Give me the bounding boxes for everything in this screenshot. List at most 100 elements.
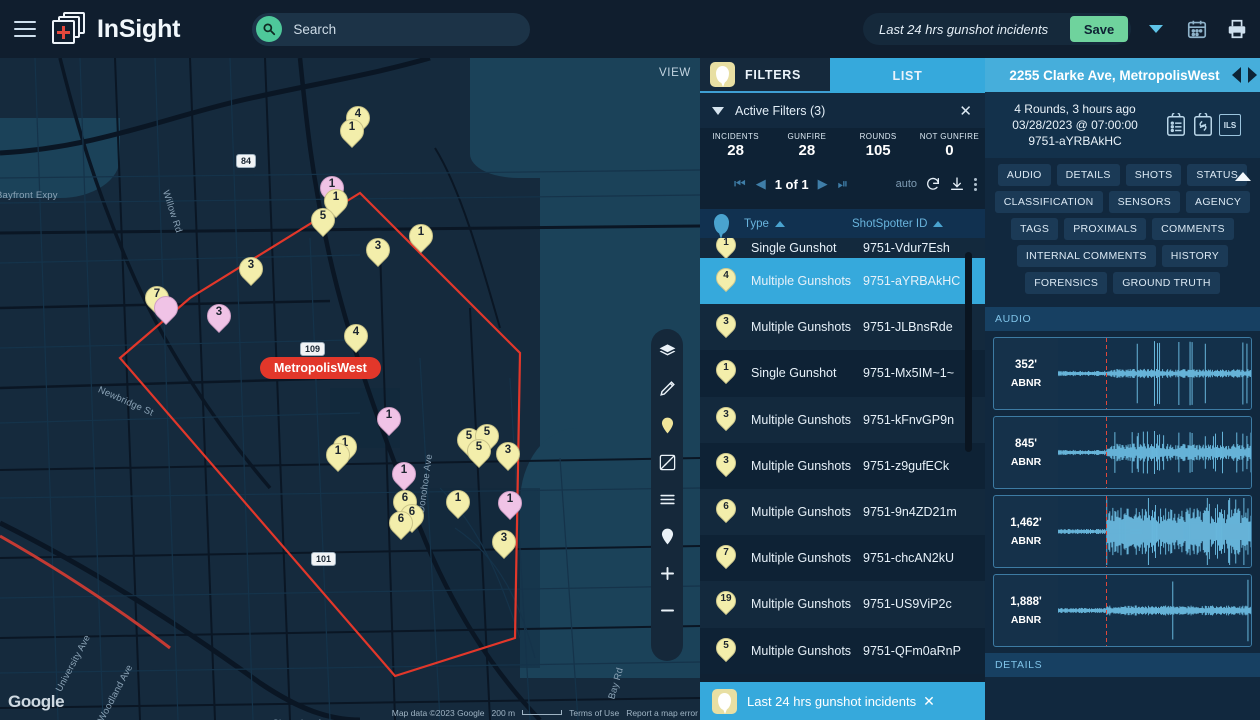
audio-waveform-card[interactable]: 845'ABNR <box>993 416 1252 489</box>
detail-chip-agency[interactable]: AGENCY <box>1186 191 1250 213</box>
detail-chip-forensics[interactable]: FORENSICS <box>1025 272 1107 294</box>
detail-chip-history[interactable]: HISTORY <box>1162 245 1228 267</box>
table-row[interactable]: 3Multiple Gunshots9751-JLBnsRde <box>700 304 985 350</box>
insight-logo-icon <box>52 12 88 46</box>
layers-icon[interactable] <box>655 339 679 363</box>
stat-value: 28 <box>700 142 771 159</box>
row-pin-icon: 3 <box>716 407 736 433</box>
zoom-out-icon[interactable] <box>655 598 679 622</box>
clipboard-link-icon[interactable] <box>1192 113 1214 137</box>
table-row[interactable]: 5Multiple Gunshots9751-QFm0aRnP <box>700 628 985 674</box>
map-pin[interactable]: 3 <box>496 442 520 474</box>
download-icon[interactable] <box>949 176 965 192</box>
chevron-down-icon[interactable] <box>712 107 724 115</box>
map-pin[interactable]: 3 <box>492 530 516 562</box>
row-pin-icon: 7 <box>716 545 736 571</box>
terms-link[interactable]: Terms of Use <box>569 708 619 718</box>
map-pin[interactable]: 1 <box>498 491 522 523</box>
detail-chip-comments[interactable]: COMMENTS <box>1152 218 1234 240</box>
pin-marker-icon[interactable] <box>655 413 679 437</box>
tab-filters-label: FILTERS <box>745 68 801 82</box>
map-pin[interactable] <box>154 296 178 328</box>
detail-chip-audio[interactable]: AUDIO <box>998 164 1051 186</box>
list-lines-icon[interactable] <box>655 487 679 511</box>
stats-row: INCIDENTS28GUNFIRE28ROUNDS105NOT GUNFIRE… <box>700 128 985 168</box>
query-dropdown-button[interactable] <box>1141 14 1171 44</box>
detail-chip-details[interactable]: DETAILS <box>1057 164 1120 186</box>
table-row[interactable]: 3Multiple Gunshots9751-z9gufECk <box>700 443 985 489</box>
table-row[interactable]: 3Multiple Gunshots9751-kFnvGP9n <box>700 397 985 443</box>
calendar-icon[interactable] <box>1184 16 1210 42</box>
saved-query-value[interactable]: Last 24 hrs gunshot incidents <box>863 22 1070 37</box>
map-pin-count: 1 <box>324 191 348 203</box>
tab-list[interactable]: LIST <box>830 58 985 93</box>
location-pin-icon[interactable] <box>655 524 679 548</box>
table-row[interactable]: 6Multiple Gunshots9751-9n4ZD21m <box>700 489 985 535</box>
detail-chip-internal-comments[interactable]: INTERNAL COMMENTS <box>1017 245 1156 267</box>
waveform-plot[interactable] <box>1058 417 1251 488</box>
row-pin-icon: 1 <box>716 238 736 258</box>
map-pin[interactable]: 1 <box>340 119 364 151</box>
row-round-count: 19 <box>716 593 736 604</box>
column-header-type-label: Type <box>744 218 769 230</box>
map-pin[interactable]: 3 <box>207 304 231 336</box>
waveform-plot[interactable] <box>1058 496 1251 567</box>
measure-area-icon[interactable] <box>655 450 679 474</box>
tab-filters[interactable]: FILTERS <box>700 58 830 93</box>
detail-chip-classification[interactable]: CLASSIFICATION <box>995 191 1103 213</box>
prev-arrow-icon[interactable] <box>1228 58 1244 92</box>
map-pin[interactable]: 5 <box>467 439 491 471</box>
close-icon[interactable]: ✕ <box>923 693 935 710</box>
zoom-in-icon[interactable] <box>655 561 679 585</box>
row-pin-icon: 5 <box>716 638 736 664</box>
detail-chip-shots[interactable]: SHOTS <box>1126 164 1182 186</box>
incident-list[interactable]: 1Single Gunshot9751-Vdur7Esh4Multiple Gu… <box>700 238 985 682</box>
report-error-link[interactable]: Report a map error <box>626 708 698 718</box>
map-pin[interactable]: 1 <box>446 490 470 522</box>
kebab-menu-icon[interactable] <box>974 178 977 191</box>
hamburger-icon[interactable] <box>14 21 36 37</box>
detail-chip-sensors[interactable]: SENSORS <box>1109 191 1180 213</box>
first-page-button[interactable]: ⏮ <box>734 176 746 192</box>
prev-incident-button[interactable] <box>985 58 1001 92</box>
map-pin[interactable]: 1 <box>377 407 401 439</box>
map-pin[interactable]: 3 <box>366 238 390 270</box>
map-pin[interactable]: 1 <box>409 224 433 256</box>
next-arrow-icon[interactable] <box>1244 58 1260 92</box>
map-pin[interactable]: 1 <box>326 443 350 475</box>
last-page-button[interactable]: ⏯ <box>838 176 848 192</box>
audio-waveform-card[interactable]: 1,462'ABNR <box>993 495 1252 568</box>
map-pin[interactable]: 3 <box>239 257 263 289</box>
audio-waveform-card[interactable]: 352'ABNR <box>993 337 1252 410</box>
search-input[interactable]: Search <box>252 13 530 46</box>
refresh-icon[interactable] <box>925 176 941 192</box>
draw-pencil-icon[interactable] <box>655 376 679 400</box>
clipboard-list-icon[interactable] <box>1165 113 1187 137</box>
table-row[interactable]: 4Multiple Gunshots9751-aYRBAkHC <box>700 258 985 304</box>
detail-chip-tags[interactable]: TAGS <box>1011 218 1058 240</box>
map-pin[interactable]: 4 <box>344 324 368 356</box>
map-pin[interactable]: 5 <box>311 208 335 240</box>
table-row[interactable]: 19Multiple Gunshots9751-US9ViP2c <box>700 581 985 627</box>
waveform-plot[interactable] <box>1058 338 1251 409</box>
next-page-button[interactable]: ▶ <box>818 176 828 192</box>
audio-waveform-card[interactable]: 1,888'ABNR <box>993 574 1252 647</box>
map-pin[interactable]: 6 <box>389 511 413 543</box>
waveform-plot[interactable] <box>1058 575 1251 646</box>
collapse-up-icon[interactable] <box>1235 172 1251 181</box>
print-icon[interactable] <box>1224 16 1250 42</box>
saved-query-bar[interactable]: Last 24 hrs gunshot incidents Save <box>863 13 1131 45</box>
table-row[interactable]: 7Multiple Gunshots9751-chcAN2kU <box>700 535 985 581</box>
table-row[interactable]: 1Single Gunshot9751-Vdur7Esh <box>700 238 985 258</box>
save-button[interactable]: Save <box>1070 16 1128 42</box>
prev-page-button[interactable]: ◀ <box>756 176 766 192</box>
detail-chip-proximals[interactable]: PROXIMALS <box>1064 218 1146 240</box>
ils-badge[interactable]: ILS <box>1219 114 1241 136</box>
column-header-type[interactable]: Type <box>744 218 852 230</box>
map-canvas[interactable]: 84 109 101 Bayfront Expy Willow Rd Newbr… <box>0 58 700 720</box>
column-header-shotspotter-id[interactable]: ShotSpotter ID <box>852 218 962 230</box>
table-row[interactable]: 1Single Gunshot9751-Mx5IM~1~ <box>700 350 985 396</box>
detail-chip-ground-truth[interactable]: GROUND TRUTH <box>1113 272 1220 294</box>
list-scrollbar[interactable] <box>965 252 972 452</box>
close-icon[interactable]: ✕ <box>959 102 972 120</box>
